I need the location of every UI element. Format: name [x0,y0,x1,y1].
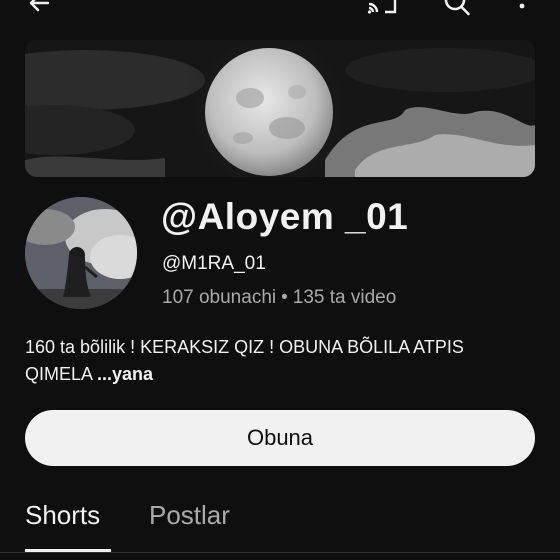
top-app-bar [0,0,560,22]
video-count: 135 ta video [292,287,397,308]
tab-posts[interactable]: Postlar [149,500,230,531]
avatar[interactable] [25,197,137,309]
channel-description[interactable]: 160 ta bõlilik ! KERAKSIZ QIZ ! OBUNA BÕ… [25,334,535,388]
channel-tabs: Shorts Postlar [0,496,560,560]
channel-banner [25,40,535,177]
search-icon[interactable] [442,0,472,23]
description-text: 160 ta bõlilik ! KERAKSIZ QIZ ! OBUNA BÕ… [25,337,464,384]
channel-stats: 107 obunachi • 135 ta video [162,287,396,309]
description-more-link[interactable]: ...yana [97,364,153,384]
cast-icon[interactable] [366,0,400,21]
arrow-left-icon[interactable] [26,0,52,21]
more-vert-icon[interactable] [514,0,530,21]
subscriber-count: 107 obunachi [162,287,277,308]
tabs-divider [0,552,560,553]
channel-handle: @M1RA_01 [162,253,266,274]
tab-shorts[interactable]: Shorts [25,500,100,531]
channel-name: @Aloyem _01 [161,196,409,237]
subscribe-button[interactable]: Obuna [25,410,535,466]
stats-separator: • [281,287,288,308]
